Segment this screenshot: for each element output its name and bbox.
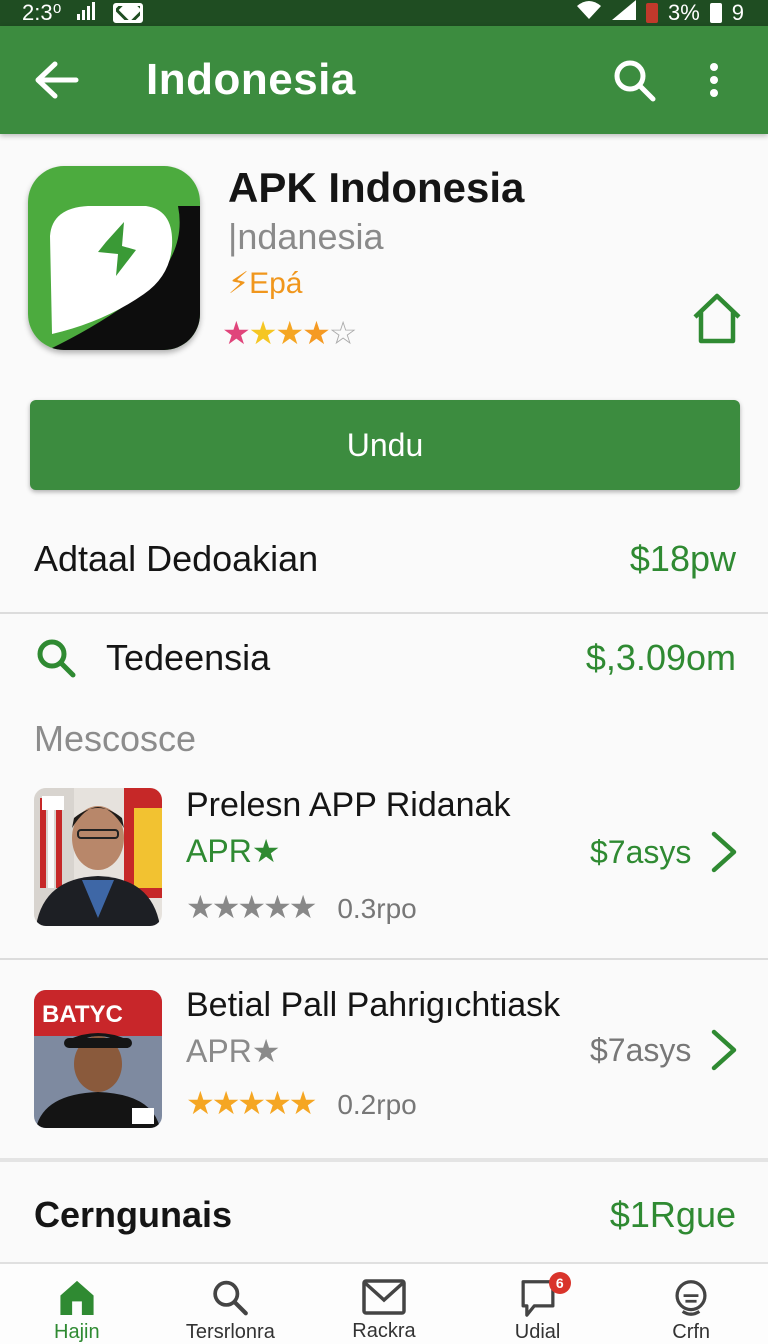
list-item[interactable]: BATYC Betial Pall Pahrigıchtiask APR★ $7… — [0, 984, 768, 1154]
nav-support[interactable]: Crfn — [614, 1264, 768, 1344]
divider — [0, 958, 768, 960]
search-button[interactable] — [606, 52, 662, 108]
overflow-menu-button[interactable] — [686, 52, 742, 108]
mail-notification-icon — [113, 3, 144, 23]
list-item-title: Betial Pall Pahrigıchtiask — [186, 986, 561, 1024]
battery-percent: 3% — [667, 0, 700, 25]
search-icon — [614, 60, 656, 102]
list-item-price: $7asys — [590, 834, 692, 870]
footer-row-value: $1Rgue — [609, 1194, 736, 1235]
chevron-right-icon[interactable] — [706, 1028, 742, 1072]
search-row-label: Tedeensia — [106, 637, 271, 678]
info-row[interactable]: Adtaal Dedoakian $18pw — [0, 538, 768, 580]
divider — [0, 1158, 768, 1162]
app-title: APK Indonesia — [228, 164, 525, 211]
footer-row-label: Cerngunais — [34, 1194, 233, 1235]
back-button[interactable] — [24, 48, 88, 112]
page-title: Indonesia — [146, 55, 356, 104]
svg-text:BATYC: BATYC — [42, 1001, 123, 1028]
list-item-tag: APR★ — [186, 833, 281, 869]
star-empty-icon: ☆ — [328, 315, 358, 351]
list-item-count: 0.3rpo — [337, 893, 417, 924]
list-item[interactable]: Prelesn APP Ridanak APR★ $7asys ★★★★★ 0.… — [0, 784, 768, 954]
nav-label: Rackra — [352, 1320, 416, 1342]
nav-label: Tersrlonra — [185, 1321, 275, 1343]
list-item-price: $7asys — [590, 1032, 692, 1068]
more-vert-icon — [710, 63, 718, 97]
app-header: APK Indonesia |ndanesia ⚡Epá ★★★★☆ — [0, 134, 768, 384]
app-bar: Indonesia — [0, 26, 768, 134]
status-bar: 2:3⁰ 3% 9 — [0, 0, 768, 26]
list-item-title: Prelesn APP Ridanak — [186, 786, 511, 824]
star-icon: ★ — [248, 315, 278, 351]
battery-alert-icon — [645, 3, 658, 23]
mail-icon — [362, 1279, 406, 1315]
bottom-navigation: Hajin Tersrlonra Rackra 6 Udial Crfn — [0, 1262, 768, 1344]
install-button[interactable]: Undu — [30, 400, 740, 490]
search-row[interactable]: Tedeensia $,3.09om — [0, 636, 768, 680]
home-icon — [60, 1280, 94, 1316]
avatar — [34, 788, 162, 926]
status-extra: 9 — [731, 0, 744, 25]
search-row-value: $,3.09om — [585, 637, 736, 678]
section-title: Mescosce — [34, 718, 197, 759]
battery-icon — [709, 3, 722, 23]
star-rating-icon: ★★★★★ — [186, 1085, 317, 1121]
list-item-tag: APR★ — [186, 1033, 281, 1069]
search-icon — [34, 636, 78, 680]
signal-icon — [77, 0, 97, 26]
app-rating: ★★★★☆ — [222, 314, 358, 352]
star-rating-icon: ★★★★★ — [186, 889, 317, 925]
list-item-count: 0.2rpo — [337, 1089, 417, 1120]
nav-chat[interactable]: 6 Udial — [461, 1264, 615, 1344]
wifi-icon — [576, 0, 602, 26]
cell-signal-icon — [611, 0, 636, 26]
arrow-back-icon — [35, 61, 79, 99]
home-outline-icon — [693, 293, 741, 344]
nav-home[interactable]: Hajin — [0, 1264, 154, 1344]
nav-label: Hajin — [54, 1321, 100, 1343]
nav-label: Crfn — [672, 1321, 711, 1343]
chevron-right-icon[interactable] — [706, 830, 742, 874]
avatar: BATYC — [34, 990, 162, 1128]
info-row-value: $18pw — [629, 538, 736, 579]
nav-mail[interactable]: Rackra — [307, 1264, 461, 1344]
nav-search[interactable]: Tersrlonra — [154, 1264, 308, 1344]
list-item-rating: ★★★★★ 0.2rpo — [186, 1084, 417, 1122]
developer-name[interactable]: ⚡Epá — [228, 266, 302, 301]
nav-label: Udial — [514, 1321, 561, 1343]
search-icon — [213, 1280, 249, 1316]
info-row-label: Adtaal Dedoakian — [34, 538, 319, 579]
home-button[interactable] — [690, 292, 744, 346]
footer-row[interactable]: Cerngunais $1Rgue — [0, 1194, 768, 1236]
status-time: 2:3⁰ — [22, 0, 62, 25]
star-icon: ★ — [222, 315, 251, 351]
support-icon — [675, 1280, 707, 1316]
divider — [0, 612, 768, 614]
list-item-rating: ★★★★★ 0.3rpo — [186, 888, 417, 926]
star-icon: ★ — [302, 315, 331, 351]
app-subtitle: |ndanesia — [228, 216, 384, 257]
app-logo-icon — [28, 166, 200, 350]
notification-badge: 6 — [548, 1272, 571, 1294]
star-icon: ★ — [275, 315, 304, 351]
